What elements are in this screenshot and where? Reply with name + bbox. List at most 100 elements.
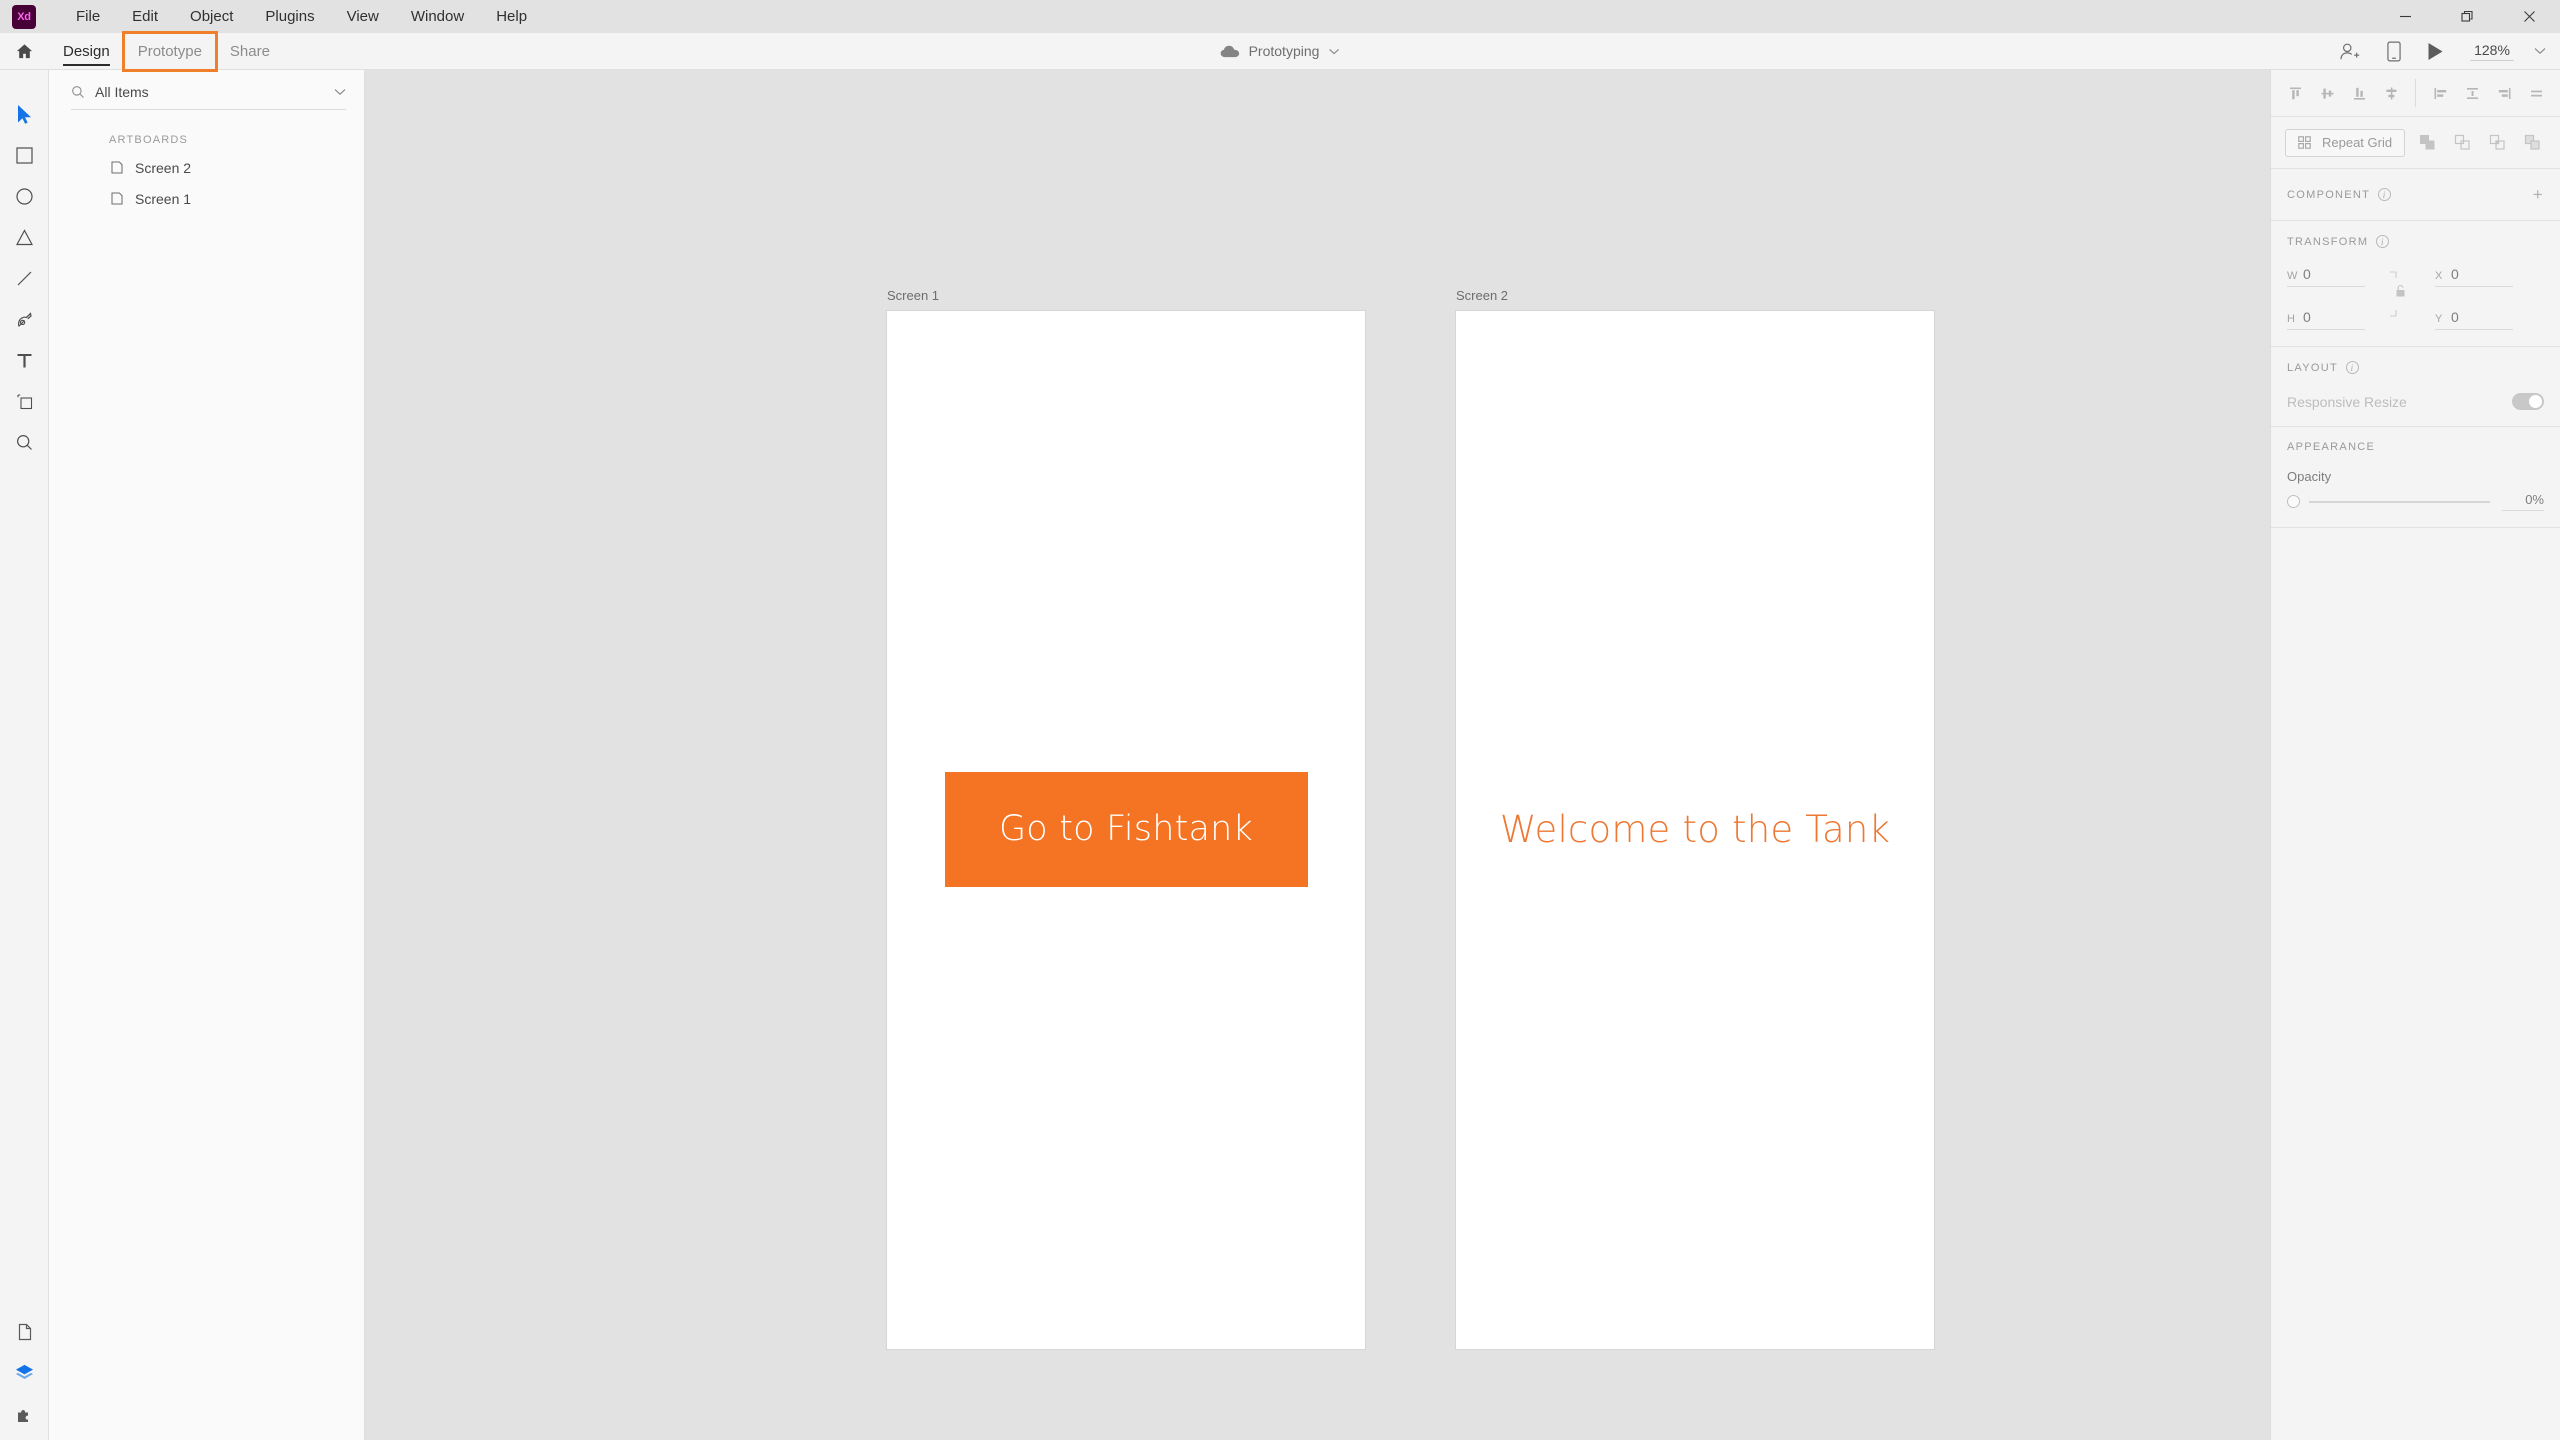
height-field[interactable]: H 0 <box>2287 309 2365 330</box>
x-label: X <box>2435 270 2443 282</box>
tab-list: Design Prototype Share <box>49 30 284 72</box>
welcome-to-the-tank-heading[interactable]: Welcome to the Tank <box>1500 808 1890 851</box>
artboard-tool[interactable] <box>0 381 49 422</box>
plugins-panel-icon[interactable] <box>0 1393 49 1434</box>
line-tool[interactable] <box>0 258 49 299</box>
layer-item-screen-1[interactable]: Screen 1 <box>49 183 364 214</box>
repeat-grid-and-boolean-bar: Repeat Grid <box>2271 117 2560 169</box>
minimize-icon[interactable] <box>2374 0 2436 33</box>
mode-tab-bar: Design Prototype Share Prototyping 128% <box>0 30 2560 72</box>
exclude-overlap-icon[interactable] <box>2516 128 2548 158</box>
opacity-slider-track[interactable] <box>2309 500 2490 503</box>
documents-panel-icon[interactable] <box>0 1311 49 1352</box>
layers-panel-icon[interactable] <box>0 1352 49 1393</box>
opacity-value[interactable]: 0% <box>2502 492 2544 511</box>
artboard-screen-2[interactable]: Welcome to the Tank <box>1455 310 1935 1350</box>
responsive-resize-toggle[interactable] <box>2512 393 2544 410</box>
align-vertical-center-icon[interactable] <box>2311 78 2343 108</box>
menu-object[interactable]: Object <box>174 4 249 29</box>
width-field[interactable]: W 0 <box>2287 266 2365 287</box>
x-value[interactable]: 0 <box>2451 266 2459 282</box>
layout-section: LAYOUT i Responsive Resize <box>2271 347 2560 427</box>
distribute-horizontal-icon[interactable] <box>2520 78 2552 108</box>
menu-plugins[interactable]: Plugins <box>249 4 330 29</box>
y-value[interactable]: 0 <box>2451 309 2459 325</box>
menu-window[interactable]: Window <box>395 4 480 29</box>
ellipse-tool[interactable] <box>0 176 49 217</box>
pen-tool[interactable] <box>0 299 49 340</box>
transform-section-header: TRANSFORM i <box>2287 235 2544 248</box>
info-icon[interactable]: i <box>2346 361 2359 374</box>
lock-aspect-ratio-toggle[interactable] <box>2379 266 2421 322</box>
chevron-down-icon <box>1328 48 1339 55</box>
play-preview-icon[interactable] <box>2427 42 2444 61</box>
select-tool[interactable] <box>0 94 49 135</box>
align-top-icon[interactable] <box>2279 78 2311 108</box>
height-value[interactable]: 0 <box>2303 309 2311 325</box>
tab-share[interactable]: Share <box>216 33 284 70</box>
zoom-level-value[interactable]: 128% <box>2470 41 2514 61</box>
opacity-slider-knob[interactable] <box>2287 495 2300 508</box>
subtract-shape-icon[interactable] <box>2446 128 2478 158</box>
menu-help[interactable]: Help <box>480 4 543 29</box>
go-to-fishtank-button[interactable]: Go to Fishtank <box>944 771 1308 887</box>
rectangle-tool[interactable] <box>0 135 49 176</box>
distribute-vertical-icon[interactable] <box>2456 78 2488 108</box>
align-right-icon[interactable] <box>2488 78 2520 108</box>
invite-user-icon[interactable] <box>2339 42 2361 61</box>
transform-section: TRANSFORM i W 0 X 0 H 0 Y 0 <box>2271 221 2560 347</box>
repeat-grid-button[interactable]: Repeat Grid <box>2285 128 2406 157</box>
align-horizontal-center-icon[interactable] <box>2375 78 2407 108</box>
home-icon[interactable] <box>0 33 49 70</box>
title-menu-bar: Xd File Edit Object Plugins View Window … <box>0 0 2560 33</box>
restore-icon[interactable] <box>2436 0 2498 33</box>
adobe-xd-window: Xd File Edit Object Plugins View Window … <box>0 0 2560 1440</box>
cloud-status-dropdown[interactable]: Prototyping <box>1220 43 1340 59</box>
tabbar-right-tools: 128% <box>2339 41 2546 62</box>
artboard-label-screen-2[interactable]: Screen 2 <box>1455 288 1935 303</box>
magnifier-icon[interactable] <box>0 422 49 463</box>
window-controls <box>2374 0 2560 33</box>
text-t-icon[interactable] <box>0 340 49 381</box>
transform-fields: W 0 X 0 H 0 Y 0 <box>2287 266 2544 330</box>
opacity-label: Opacity <box>2287 469 2332 484</box>
width-value[interactable]: 0 <box>2303 266 2311 282</box>
search-input[interactable] <box>95 84 324 100</box>
menu-view[interactable]: View <box>331 4 395 29</box>
align-group-objects <box>2271 79 2415 107</box>
align-left-icon[interactable] <box>2424 78 2456 108</box>
chevron-down-icon[interactable] <box>2534 47 2546 55</box>
artboard-screen-1[interactable]: Go to Fishtank <box>886 310 1366 1350</box>
info-icon[interactable]: i <box>2376 235 2390 248</box>
component-section: COMPONENT i + <box>2271 169 2560 221</box>
device-preview-icon[interactable] <box>2387 41 2401 62</box>
responsive-resize-row: Responsive Resize <box>2287 393 2544 410</box>
y-position-field[interactable]: Y 0 <box>2435 309 2513 330</box>
menu-file[interactable]: File <box>60 4 116 29</box>
plus-icon[interactable]: + <box>2533 186 2544 203</box>
artboard-wrapper-screen-2: Screen 2 Welcome to the Tank <box>1455 288 1935 1350</box>
triangle-tool[interactable] <box>0 217 49 258</box>
go-to-fishtank-button-label: Go to Fishtank <box>998 809 1254 849</box>
chevron-down-icon[interactable] <box>334 88 346 96</box>
artboard-wrapper-screen-1: Screen 1 Go to Fishtank <box>886 288 1366 1350</box>
x-position-field[interactable]: X 0 <box>2435 266 2513 287</box>
zoom-control[interactable]: 128% <box>2470 41 2546 61</box>
tab-prototype[interactable]: Prototype <box>121 30 218 72</box>
layer-search-row[interactable] <box>71 84 346 110</box>
artboard-label-screen-1[interactable]: Screen 1 <box>886 288 1366 303</box>
alignment-toolbar <box>2271 70 2560 117</box>
intersect-shape-icon[interactable] <box>2481 128 2513 158</box>
info-icon[interactable]: i <box>2378 188 2392 201</box>
design-canvas[interactable]: Screen 1 Go to Fishtank Screen 2 Welcome… <box>365 70 2270 1440</box>
add-shape-icon[interactable] <box>2411 128 2443 158</box>
layer-item-screen-2[interactable]: Screen 2 <box>49 152 364 183</box>
tab-design[interactable]: Design <box>49 33 124 70</box>
align-bottom-icon[interactable] <box>2343 78 2375 108</box>
appearance-section-header: APPEARANCE <box>2287 441 2544 453</box>
width-label: W <box>2287 270 2298 282</box>
close-icon[interactable] <box>2498 0 2560 33</box>
layer-label: Screen 1 <box>135 190 192 207</box>
menu-edit[interactable]: Edit <box>116 4 174 29</box>
tool-rail-bottom <box>0 1311 49 1434</box>
